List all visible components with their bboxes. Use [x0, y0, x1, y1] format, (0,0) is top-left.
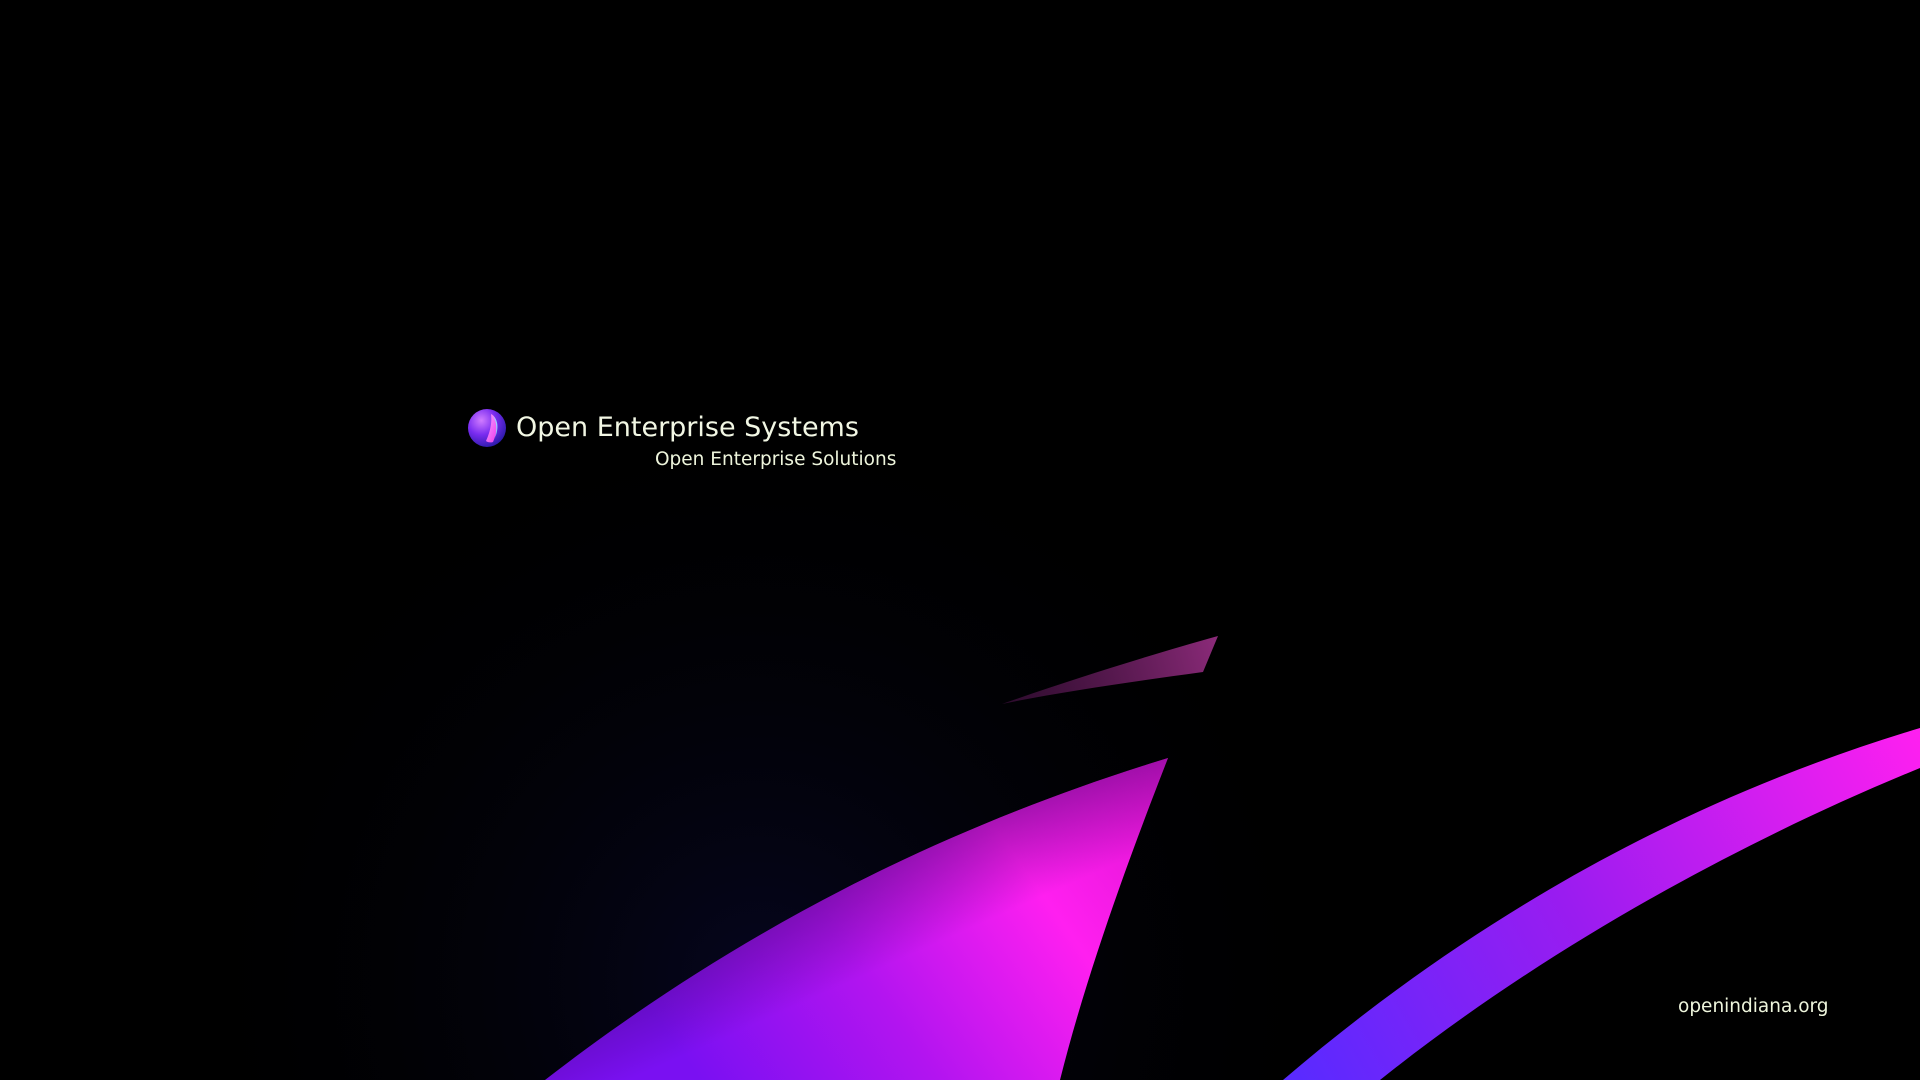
boot-subtitle: Open Enterprise Solutions [655, 449, 897, 470]
boot-splash-screen: Open Enterprise Systems Open Enterprise … [0, 0, 1920, 1080]
site-url-text: openindiana.org [1678, 996, 1829, 1017]
boot-title: Open Enterprise Systems [516, 412, 859, 443]
openindiana-globe-icon [468, 409, 506, 447]
wallpaper-swooshes [0, 0, 1920, 1080]
brand-lockup: Open Enterprise Systems [467, 407, 859, 449]
